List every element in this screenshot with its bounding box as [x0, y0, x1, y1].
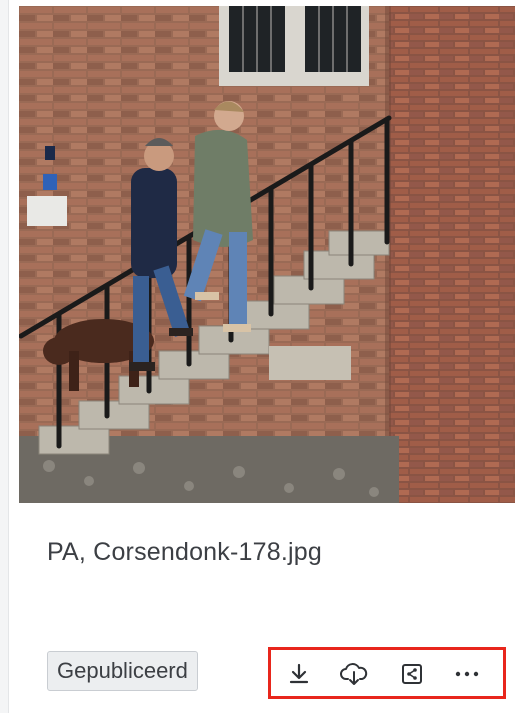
more-options-button[interactable] — [451, 659, 483, 689]
asset-card[interactable]: PA, Corsendonk-178.jpg Gepubliceerd — [8, 0, 515, 713]
status-badge: Gepubliceerd — [47, 651, 198, 691]
cloud-upload-icon — [340, 663, 368, 685]
page: PA, Corsendonk-178.jpg Gepubliceerd — [0, 0, 515, 713]
asset-actions-toolbar — [268, 647, 506, 699]
cloud-upload-button[interactable] — [338, 659, 370, 689]
share-button[interactable] — [396, 659, 428, 689]
download-button[interactable] — [283, 659, 315, 689]
thumbnail-photo — [19, 6, 515, 503]
asset-thumbnail[interactable] — [19, 6, 515, 503]
download-icon — [289, 663, 309, 684]
share-icon — [402, 664, 422, 684]
more-options-icon — [455, 671, 479, 677]
asset-filename: PA, Corsendonk-178.jpg — [47, 538, 322, 566]
